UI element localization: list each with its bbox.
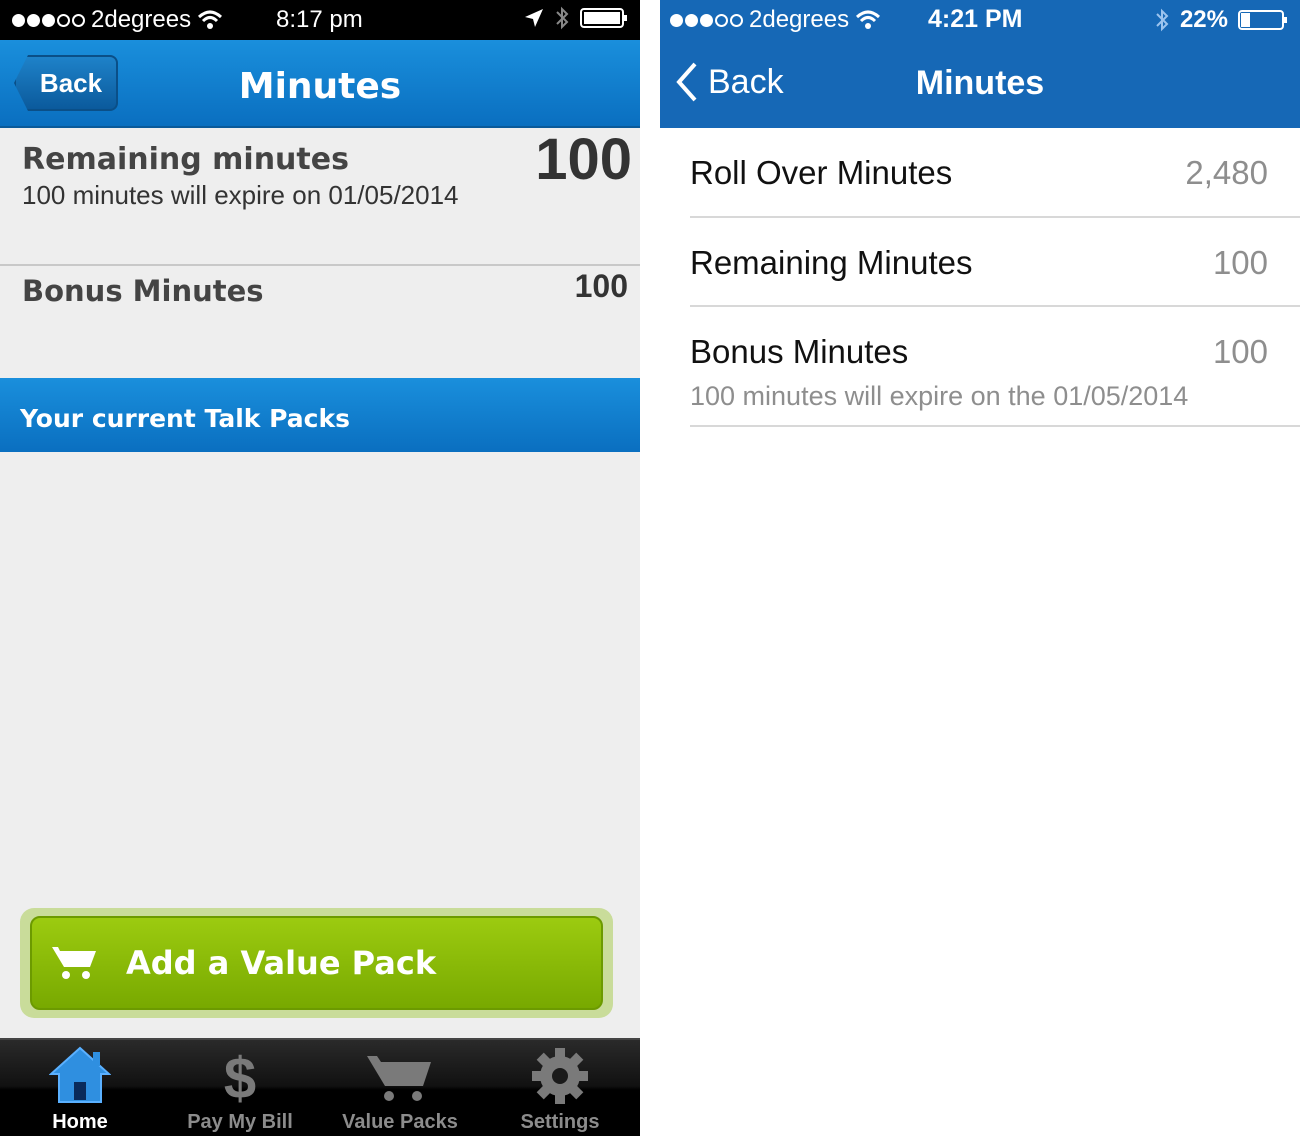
page-title: Minutes	[238, 66, 402, 107]
bonus-minutes-value: 100	[574, 268, 628, 304]
roll-over-minutes-label: Roll Over Minutes	[690, 154, 953, 191]
location-arrow-icon	[525, 9, 543, 27]
gear-icon	[532, 1048, 588, 1104]
bonus-minutes-row: Bonus Minutes 100	[0, 268, 640, 378]
tab-pay-my-bill[interactable]: $ Pay My Bill	[160, 1040, 320, 1136]
expiry-note: 100 minutes will expire on 01/05/2014	[22, 180, 459, 210]
status-bar: 2degrees 4:21 PM 22%	[660, 0, 1300, 40]
home-icon	[49, 1046, 111, 1103]
bluetooth-icon	[556, 6, 569, 30]
bonus-minutes-value: 100	[1212, 333, 1268, 370]
status-bar: 2degrees 8:17 pm	[0, 0, 640, 40]
battery-icon	[1238, 10, 1287, 30]
tab-pay-my-bill-label: Pay My Bill	[187, 1111, 293, 1133]
bonus-minutes-label: Bonus Minutes	[690, 333, 909, 370]
carrier-info: 2degrees	[670, 6, 881, 34]
navigation-bar: Back Minutes	[0, 40, 640, 128]
tab-settings-label: Settings	[520, 1111, 600, 1133]
svg-text:$: $	[224, 1046, 256, 1106]
tab-home[interactable]: Home	[0, 1040, 160, 1136]
tab-bar: Home $ Pay My Bill Value Packs Settings	[0, 1038, 640, 1136]
list-item-remaining-minutes: Remaining Minutes 100	[690, 218, 1300, 307]
talk-packs-section-header: Your current Talk Packs	[0, 378, 640, 452]
battery-percentage: 22%	[1179, 6, 1228, 33]
add-value-pack-label: Add a Value Pack	[126, 944, 437, 982]
cart-icon	[52, 947, 96, 979]
dollar-icon: $	[224, 1046, 256, 1106]
remaining-minutes-value: 100	[1212, 244, 1268, 281]
page-title: Minutes	[915, 64, 1045, 102]
remaining-minutes-label: Remaining minutes	[22, 142, 349, 177]
list-item-roll-over-minutes: Roll Over Minutes 2,480	[690, 128, 1300, 218]
bonus-minutes-label: Bonus Minutes	[22, 274, 264, 308]
tab-settings[interactable]: Settings	[480, 1040, 640, 1136]
left-screen: 2degrees 8:17 pm Back Minutes Remaining …	[0, 0, 640, 1136]
right-screen: 2degrees 4:21 PM 22% Back Minutes Roll O…	[660, 0, 1300, 1136]
signal-strength-icon	[670, 13, 743, 27]
status-time: 4:21 PM	[928, 5, 1023, 33]
tab-value-packs-label: Value Packs	[342, 1111, 458, 1133]
carrier-name: 2degrees	[91, 6, 192, 33]
tab-home-label: Home	[52, 1111, 108, 1133]
expiry-note: 100 minutes will expire on the 01/05/201…	[690, 381, 1189, 411]
roll-over-minutes-value: 2,480	[1185, 154, 1268, 191]
bluetooth-icon	[1156, 8, 1169, 32]
add-value-pack-wrapper: Add a Value Pack	[20, 908, 613, 1018]
add-value-pack-button[interactable]: Add a Value Pack	[30, 916, 603, 1010]
wifi-icon	[856, 10, 881, 29]
remaining-minutes-label: Remaining Minutes	[690, 244, 973, 281]
cart-icon	[367, 1056, 431, 1101]
wifi-icon	[198, 10, 223, 29]
remaining-minutes-value: 100	[535, 127, 632, 192]
carrier-info: 2degrees	[12, 6, 223, 34]
status-time: 8:17 pm	[276, 6, 363, 33]
signal-strength-icon	[12, 13, 85, 27]
battery-icon	[580, 8, 627, 28]
tab-value-packs[interactable]: Value Packs	[320, 1040, 480, 1136]
navigation-header: 2degrees 4:21 PM 22% Back Minutes	[660, 0, 1300, 128]
list-item-bonus-minutes: Bonus Minutes 100 100 minutes will expir…	[690, 307, 1300, 427]
carrier-name: 2degrees	[749, 6, 850, 33]
remaining-minutes-row: Remaining minutes 100 minutes will expir…	[0, 127, 640, 266]
